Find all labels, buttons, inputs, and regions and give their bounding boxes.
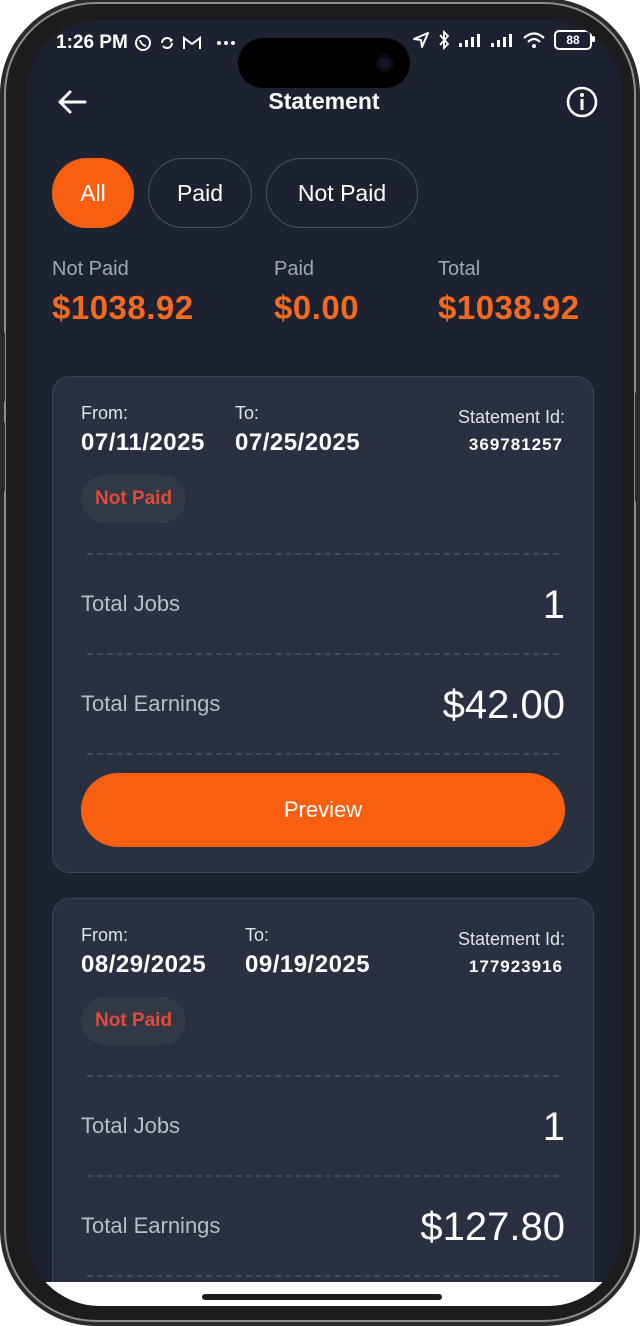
statement-card: From: 07/11/2025 To: 07/25/2025 Statemen… (52, 376, 594, 873)
total-earnings-label: Total Earnings (81, 1213, 221, 1238)
to-date: 07/25/2025 (235, 429, 361, 456)
to-date: 09/19/2025 (245, 951, 371, 978)
from-label: From: (81, 403, 128, 423)
status-badge: Not Paid (81, 475, 187, 523)
filter-paid[interactable]: Paid (148, 158, 252, 228)
sync-icon (158, 34, 176, 52)
summary-not-paid-value: $1038.92 (52, 289, 194, 326)
volume-down-button (1, 422, 5, 492)
home-indicator-area (26, 1282, 622, 1306)
info-icon (566, 86, 598, 118)
bluetooth-icon (438, 30, 450, 50)
statement-id-label: Statement Id: (457, 407, 565, 427)
from-label: From: (81, 925, 128, 945)
preview-button[interactable]: Preview (81, 773, 565, 847)
divider (87, 1275, 559, 1277)
summary-not-paid-label: Not Paid (52, 258, 129, 280)
summary-paid-label: Paid (274, 258, 315, 280)
summary-paid: Paid $0.00 (274, 258, 359, 327)
statement-id-label: Statement Id: (457, 929, 565, 949)
summary-paid-value: $0.00 (274, 289, 360, 326)
from-date: 07/11/2025 (81, 429, 205, 456)
to-label: To: (245, 925, 270, 945)
signal-icon (490, 32, 514, 48)
total-earnings-label: Total Earnings (81, 691, 221, 716)
power-button (635, 392, 639, 502)
filter-all[interactable]: All (52, 158, 134, 228)
total-earnings-value: $42.00 (442, 683, 565, 727)
divider (87, 1075, 559, 1077)
summary-total-label: Total (438, 258, 481, 280)
statement-summary: Not Paid $1038.92 Paid $0.00 Total $1038… (52, 258, 612, 328)
info-button[interactable] (564, 84, 600, 120)
divider (87, 1175, 559, 1177)
home-indicator[interactable] (202, 1294, 442, 1300)
statement-card: From: 08/29/2025 To: 09/19/2025 Statemen… (52, 898, 594, 1306)
signal-icon (458, 32, 482, 48)
to-label: To: (235, 403, 260, 423)
statement-id: 369781257 (468, 435, 563, 454)
app-screen: 1:26 PM 88 Statement All Paid Not Paid N… (26, 20, 622, 1306)
summary-total-value: $1038.92 (438, 289, 580, 326)
total-jobs-label: Total Jobs (81, 1113, 181, 1138)
summary-not-paid: Not Paid $1038.92 (52, 258, 194, 327)
more-dots-icon (216, 40, 236, 46)
battery-icon: 88 (554, 30, 595, 50)
statement-id: 177923916 (468, 957, 563, 976)
gmail-icon (182, 35, 202, 51)
total-jobs-value: 1 (542, 583, 565, 627)
phone-frame: 1:26 PM 88 Statement All Paid Not Paid N… (1, 2, 639, 1322)
from-date: 08/29/2025 (81, 951, 207, 978)
filter-chips: All Paid Not Paid (52, 158, 418, 228)
volume-up-button (1, 332, 5, 402)
status-badge: Not Paid (81, 997, 187, 1045)
status-time: 1:26 PM (56, 32, 128, 53)
page-title: Statement (268, 88, 380, 114)
app-header: Statement (26, 80, 622, 124)
divider (87, 553, 559, 555)
camera-icon (376, 54, 394, 72)
divider (87, 753, 559, 755)
wifi-icon (522, 31, 546, 49)
total-jobs-label: Total Jobs (81, 591, 181, 616)
summary-total: Total $1038.92 (438, 258, 580, 327)
divider (87, 653, 559, 655)
location-arrow-icon (412, 31, 430, 49)
whatsapp-icon (134, 34, 152, 52)
filter-not-paid[interactable]: Not Paid (266, 158, 418, 228)
total-jobs-value: 1 (542, 1105, 565, 1149)
total-earnings-value: $127.80 (420, 1205, 565, 1249)
